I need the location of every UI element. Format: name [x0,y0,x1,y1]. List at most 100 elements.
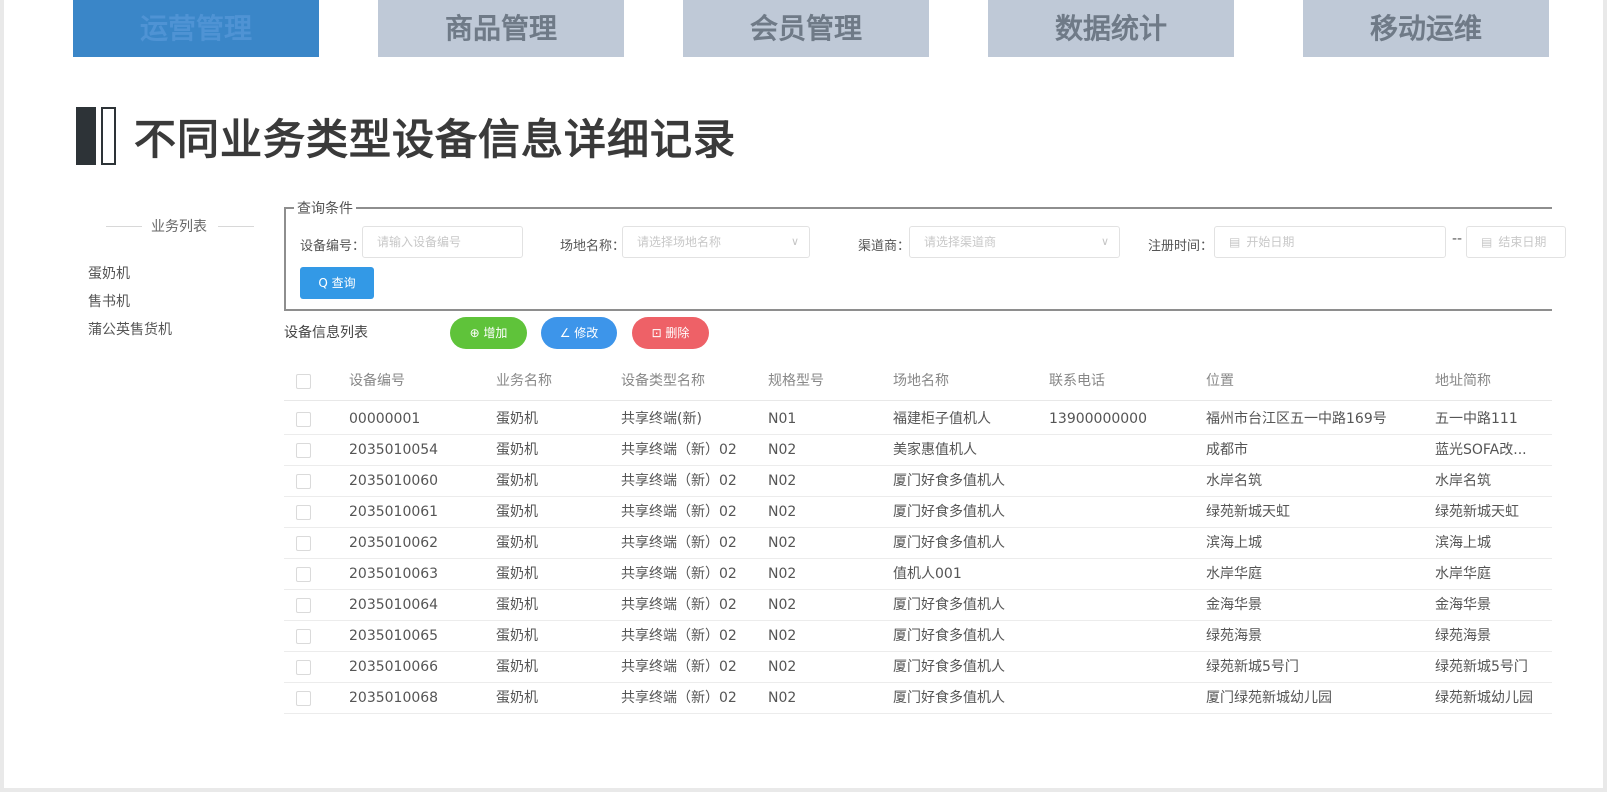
device-id-label: 设备编号： [300,239,366,254]
cell-business: 蛋奶机 [496,659,538,675]
table-row[interactable]: 2035010064 蛋奶机 共享终端（新）02 N02 厦门好食多值机人 金海华景 金海华… [284,590,1552,621]
cell-device-type: 共享终端（新）02 [621,442,737,458]
row-checkbox[interactable] [296,443,311,458]
start-date-input[interactable]: ▤ 开始日期 [1214,226,1446,258]
sidebar-item-dandelion-vending-machine[interactable]: 蒲公英售货机 [88,316,172,344]
table-row[interactable]: 2035010062 蛋奶机 共享终端（新）02 N02 厦门好食多值机人 滨海上城 滨海上… [284,528,1552,559]
tab-operations[interactable]: 运营管理 [73,0,319,57]
end-date-placeholder: 结束日期 [1498,235,1547,249]
cell-device-id: 2035010062 [349,535,439,551]
cell-model: N02 [768,659,797,675]
cell-venue: 厦门好食多值机人 [893,690,1005,706]
delete-button[interactable]: ⊡ 删除 [632,317,709,349]
table-row[interactable]: 2035010066 蛋奶机 共享终端（新）02 N02 厦门好食多值机人 绿苑新城5号门… [284,652,1552,683]
channel-select[interactable]: 请选择渠道商 ∨ [909,226,1120,258]
venue-select[interactable]: 请选择场地名称 ∨ [622,226,810,258]
table-row[interactable]: 2035010054 蛋奶机 共享终端（新）02 N02 美家惠值机人 成都市 蓝光SOFA… [284,435,1552,466]
cell-location: 绿苑海景 [1206,628,1262,644]
table-row[interactable]: 2035010068 蛋奶机 共享终端（新）02 N02 厦门好食多值机人 厦门绿苑新城幼… [284,683,1552,714]
row-checkbox[interactable] [296,691,311,706]
cell-venue: 厦门好食多值机人 [893,473,1005,489]
table-body: 00000001 蛋奶机 共享终端(新) N01 福建柜子值机人 13900000000 福… [284,404,1552,714]
row-checkbox[interactable] [296,505,311,520]
date-range-separator: -- [1452,231,1463,247]
cell-business: 蛋奶机 [496,535,538,551]
column-header-venue[interactable]: 场地名称 [893,363,949,399]
channel-label: 渠道商： [858,239,911,254]
table-row[interactable]: 2035010063 蛋奶机 共享终端（新）02 N02 值机人001 水岸华庭 水岸华庭 [284,559,1552,590]
cell-address-short: 五一中路111 [1435,411,1518,427]
tab-mobile-ops[interactable]: 移动运维 [1303,0,1549,57]
column-header-address-short[interactable]: 地址简称 [1435,363,1491,399]
cell-device-id: 2035010060 [349,473,439,489]
cell-device-id: 2035010054 [349,442,439,458]
tab-products[interactable]: 商品管理 [378,0,624,57]
sidebar-item-book-vending-machine[interactable]: 售书机 [88,288,172,316]
cell-device-id: 2035010068 [349,690,439,706]
column-header-phone[interactable]: 联系电话 [1049,363,1105,399]
tab-members[interactable]: 会员管理 [683,0,929,57]
cell-business: 蛋奶机 [496,566,538,582]
page-title: 不同业务类型设备信息详细记录 [134,114,737,164]
cell-business: 蛋奶机 [496,473,538,489]
cell-model: N02 [768,566,797,582]
end-date-input[interactable]: ▤ 结束日期 [1466,226,1566,258]
sidebar-divider [218,226,254,227]
cell-device-type: 共享终端(新) [621,411,702,427]
table-row[interactable]: 2035010061 蛋奶机 共享终端（新）02 N02 厦门好食多值机人 绿苑新城天虹 绿… [284,497,1552,528]
cell-business: 蛋奶机 [496,690,538,706]
tab-statistics[interactable]: 数据统计 [988,0,1234,57]
row-checkbox[interactable] [296,629,311,644]
channel-select-placeholder: 请选择渠道商 [924,235,997,249]
calendar-icon: ▤ [1481,235,1493,249]
row-checkbox[interactable] [296,412,311,427]
cell-model: N01 [768,411,797,427]
cell-device-type: 共享终端（新）02 [621,597,737,613]
select-all-checkbox[interactable] [296,374,311,389]
cell-device-id: 00000001 [349,411,421,427]
cell-phone: 13900000000 [1049,411,1147,427]
cell-location: 绿苑新城5号门 [1206,659,1299,675]
search-button[interactable]: Q 查询 [300,267,374,299]
row-checkbox[interactable] [296,474,311,489]
page-frame: 运营管理 商品管理 会员管理 数据统计 移动运维 不同业务类型设备信息详细记录 … [4,0,1603,788]
column-header-device-type[interactable]: 设备类型名称 [621,363,705,399]
register-time-label: 注册时间： [1148,239,1214,254]
column-header-business[interactable]: 业务名称 [496,363,552,399]
cell-location: 成都市 [1206,442,1248,458]
device-id-input[interactable]: 请输入设备编号 [362,226,523,258]
table-row[interactable]: 2035010060 蛋奶机 共享终端（新）02 N02 厦门好食多值机人 水岸名筑 水岸名… [284,466,1552,497]
table-header-row: 设备编号 业务名称 设备类型名称 规格型号 场地名称 联系电话 位置 地址简称 [284,363,1552,401]
query-legend: 查询条件 [294,198,356,218]
heading-bar-icon [76,107,96,165]
section-heading: 不同业务类型设备信息详细记录 [76,106,736,166]
cell-device-type: 共享终端（新）02 [621,504,737,520]
cell-device-type: 共享终端（新）02 [621,473,737,489]
sidebar-list: 蛋奶机 售书机 蒲公英售货机 [88,260,172,344]
table-row[interactable]: 2035010065 蛋奶机 共享终端（新）02 N02 厦门好食多值机人 绿苑海景 绿苑海… [284,621,1552,652]
row-checkbox[interactable] [296,536,311,551]
edit-button[interactable]: ∠ 修改 [541,317,617,349]
cell-location: 滨海上城 [1206,535,1262,551]
cell-location: 厦门绿苑新城幼儿园 [1206,690,1332,706]
row-checkbox[interactable] [296,598,311,613]
chevron-down-icon: ∨ [790,235,799,248]
cell-address-short: 滨海上城 [1435,535,1491,551]
cell-device-type: 共享终端（新）02 [621,628,737,644]
cell-location: 水岸华庭 [1206,566,1262,582]
cell-address-short: 水岸名筑 [1435,473,1491,489]
heading-outline-bar-icon [101,107,116,165]
row-checkbox[interactable] [296,567,311,582]
add-button[interactable]: ⊕ 增加 [450,317,527,349]
cell-location: 水岸名筑 [1206,473,1262,489]
column-header-location[interactable]: 位置 [1206,363,1234,399]
cell-business: 蛋奶机 [496,442,538,458]
table-row[interactable]: 00000001 蛋奶机 共享终端(新) N01 福建柜子值机人 13900000000 福… [284,404,1552,435]
cell-venue: 福建柜子值机人 [893,411,991,427]
sidebar-item-egg-milk-machine[interactable]: 蛋奶机 [88,260,172,288]
cell-venue: 厦门好食多值机人 [893,504,1005,520]
column-header-model[interactable]: 规格型号 [768,363,824,399]
row-checkbox[interactable] [296,660,311,675]
column-header-device-id[interactable]: 设备编号 [349,363,405,399]
chevron-down-icon: ∨ [1100,235,1109,248]
